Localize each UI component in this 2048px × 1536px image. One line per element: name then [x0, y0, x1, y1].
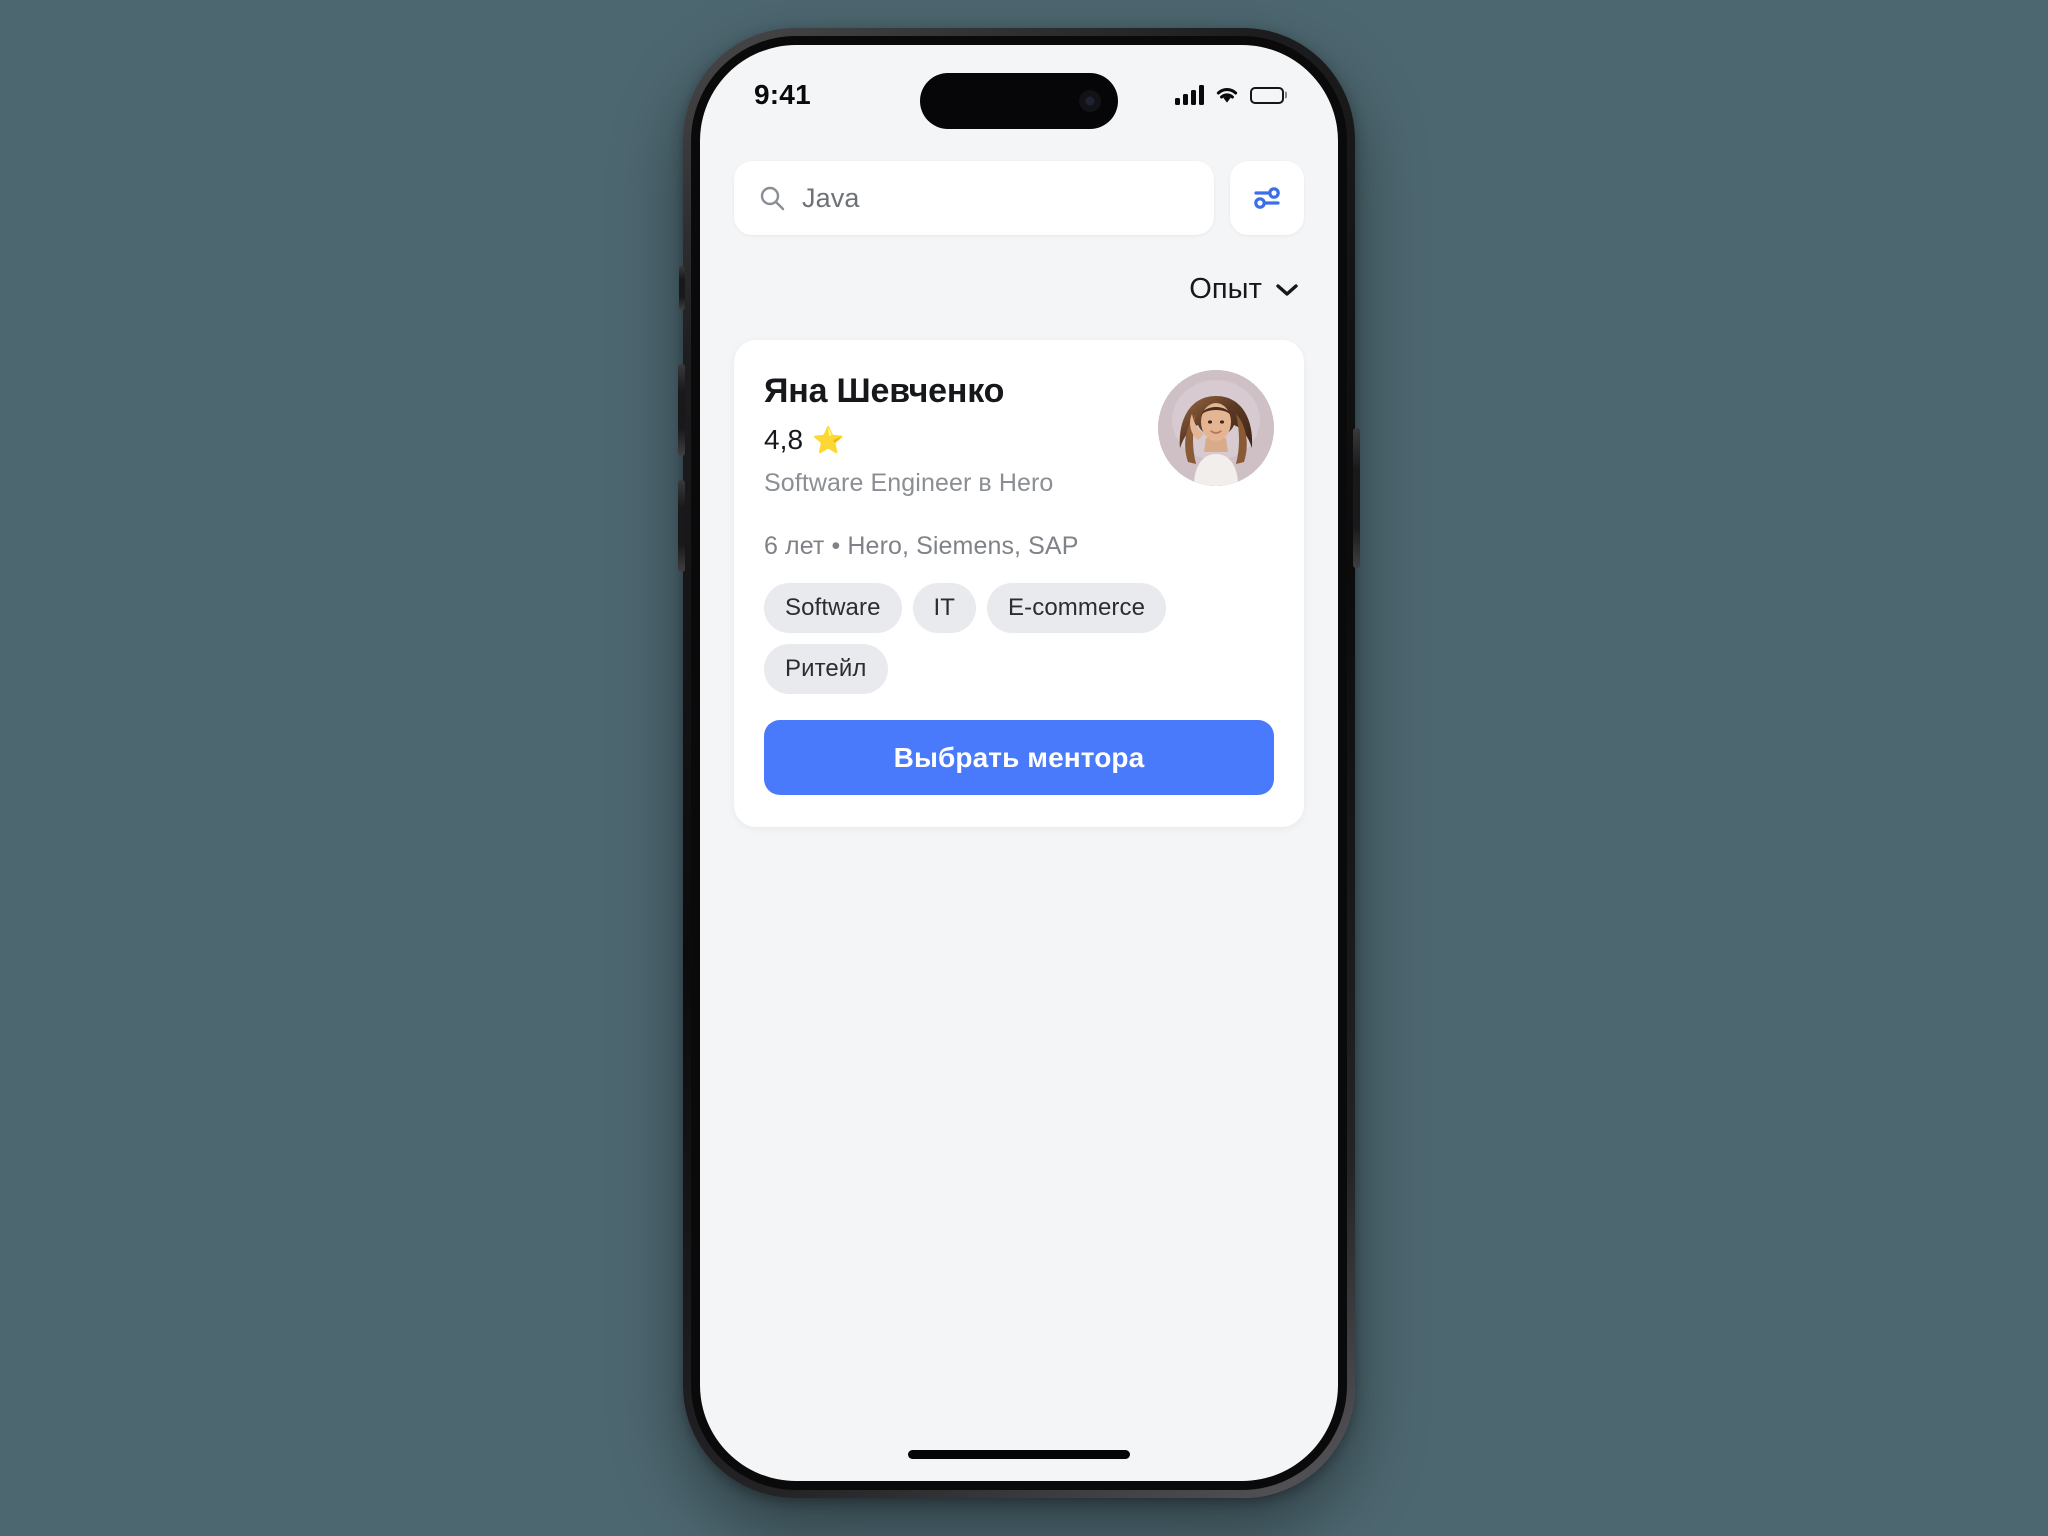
volume-up-button[interactable]	[678, 364, 685, 456]
phone-device-frame: 9:41 Java Опыт Яна Шевченко 4,8 ⭐ Softwa…	[678, 28, 1360, 1498]
cellular-bars-icon	[1175, 85, 1204, 105]
search-input-value: Java	[802, 182, 860, 213]
app-content: Java Опыт Яна Шевченко 4,8 ⭐ Software En…	[700, 129, 1338, 1481]
mentor-experience: 6 лет • Hero, Siemens, SAP	[764, 532, 1079, 561]
mentor-rating: 4,8 ⭐	[764, 424, 1158, 456]
sliders-filter-icon	[1254, 187, 1280, 209]
search-icon	[760, 186, 785, 211]
filter-button[interactable]	[1230, 161, 1304, 235]
select-mentor-button[interactable]: Выбрать ментора	[764, 720, 1274, 796]
star-icon: ⭐	[812, 425, 845, 456]
home-indicator[interactable]	[908, 1450, 1130, 1459]
search-row: Java	[734, 161, 1304, 235]
mentor-card[interactable]: Яна Шевченко 4,8 ⭐ Software Engineer в H…	[734, 340, 1304, 828]
mentor-rating-value: 4,8	[764, 424, 804, 456]
dynamic-island	[920, 73, 1118, 129]
wifi-icon	[1216, 88, 1238, 103]
mentor-role: Software Engineer в Hero	[764, 469, 1054, 498]
status-bar-time: 9:41	[754, 79, 811, 110]
mentor-card-header: Яна Шевченко 4,8 ⭐ Software Engineer в H…	[764, 370, 1274, 498]
status-bar-indicators	[1175, 85, 1284, 105]
power-button[interactable]	[1353, 428, 1360, 568]
search-input[interactable]: Java	[734, 161, 1214, 235]
volume-down-button[interactable]	[678, 480, 685, 572]
chevron-down-icon	[1276, 283, 1298, 296]
sort-dropdown-label: Опыт	[1189, 273, 1262, 305]
mentor-tags: Software IT E-commerce Ритейл	[764, 583, 1274, 695]
screenshot-stage: 9:41 Java Опыт Яна Шевченко 4,8 ⭐ Softwa…	[0, 0, 2048, 1536]
mute-switch-button[interactable]	[679, 266, 685, 310]
mentor-name: Яна Шевченко	[764, 372, 1005, 410]
mentor-tag[interactable]: Software	[764, 583, 902, 634]
mentor-tag[interactable]: E-commerce	[987, 583, 1167, 634]
mentor-tag[interactable]: IT	[912, 583, 977, 634]
mentor-card-info: Яна Шевченко 4,8 ⭐ Software Engineer в H…	[764, 370, 1158, 498]
front-camera-icon	[1079, 90, 1101, 112]
avatar	[1158, 370, 1274, 486]
phone-screen: 9:41 Java Опыт Яна Шевченко 4,8 ⭐ Softwa…	[700, 45, 1338, 1481]
avatar-photo	[1158, 370, 1274, 486]
sort-dropdown[interactable]: Опыт	[734, 273, 1304, 306]
mentor-tag[interactable]: Ритейл	[764, 644, 888, 695]
battery-full-icon	[1250, 86, 1284, 104]
